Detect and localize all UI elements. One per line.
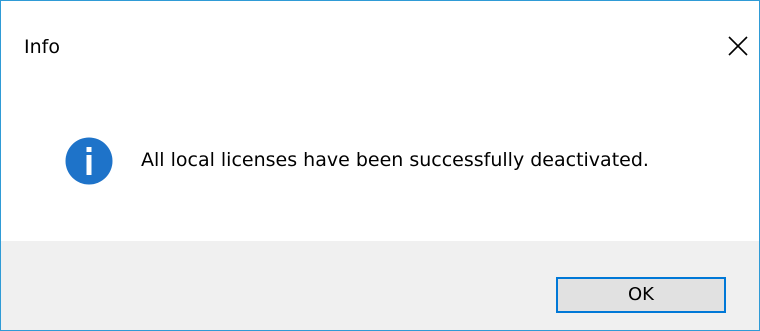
info-dialog: Info All local licenses have been succes… — [0, 0, 760, 331]
dialog-message: All local licenses have been successfull… — [141, 149, 649, 171]
close-icon — [728, 36, 748, 56]
close-button[interactable] — [723, 31, 753, 61]
dialog-footer: OK — [1, 241, 759, 330]
ok-button[interactable]: OK — [556, 277, 726, 313]
dialog-title: Info — [24, 36, 60, 58]
info-icon — [65, 137, 113, 185]
dialog-content: All local licenses have been successfull… — [1, 91, 759, 241]
title-bar: Info — [1, 1, 759, 91]
